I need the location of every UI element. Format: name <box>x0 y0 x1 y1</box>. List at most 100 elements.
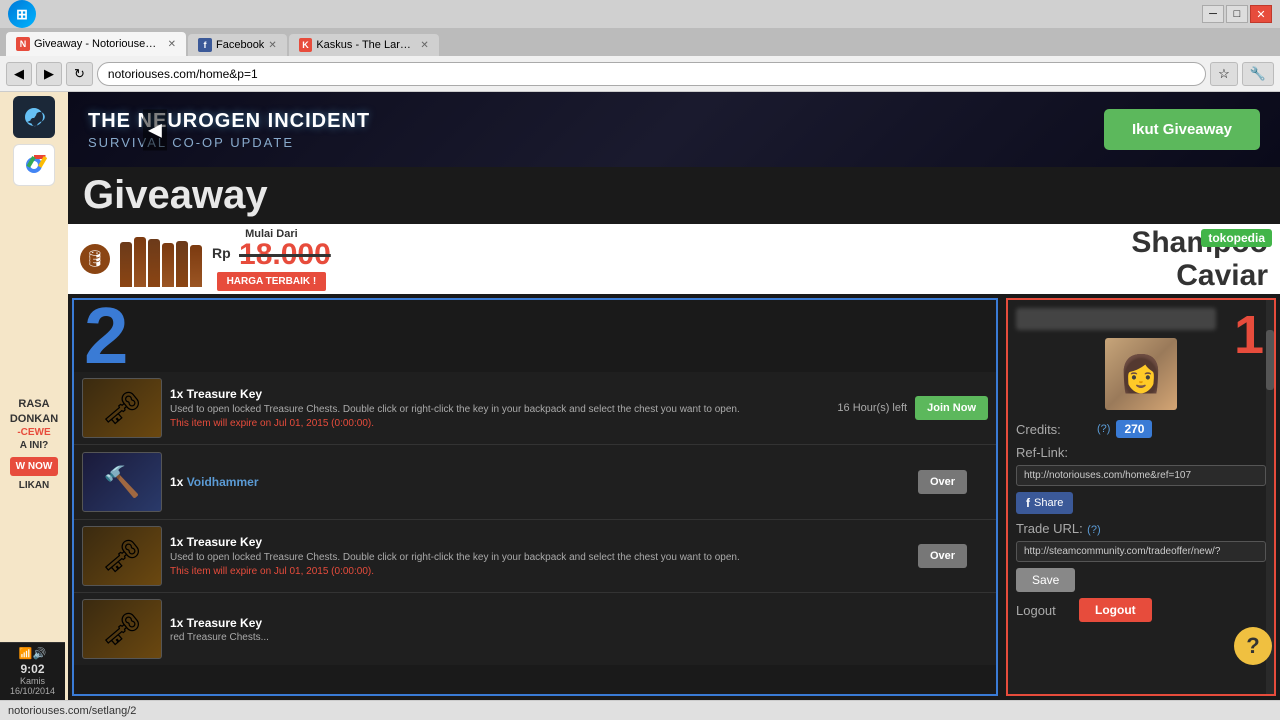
steam-icon[interactable] <box>13 96 55 138</box>
item-link-2[interactable]: Voidhammer <box>187 475 259 489</box>
logout-label: Logout <box>1016 603 1071 618</box>
trade-url-row: Trade URL: (?) http://steamcommunity.com… <box>1016 520 1266 562</box>
rank-number: 1 <box>1234 308 1264 362</box>
user-avatar: 👩 <box>1105 338 1177 410</box>
item-expire-3: This item will expire on Jul 01, 2015 (0… <box>170 566 910 577</box>
item-info-2: 1x Voidhammer <box>170 475 910 489</box>
credits-badge: 270 <box>1116 420 1152 438</box>
tab-favicon-n: N <box>16 37 30 51</box>
back-button[interactable]: ◀ <box>6 62 32 86</box>
star-button[interactable]: ☆ <box>1210 62 1238 86</box>
over-button-2[interactable]: Over <box>918 470 967 494</box>
content-row: 2 🗝 1x Treasure Key Used to open locked … <box>68 294 1280 700</box>
credits-question[interactable]: (?) <box>1097 423 1110 435</box>
hero-left: THE NEUROGEN INCIDENT SURVIVAL CO-OP UPD… <box>88 110 370 150</box>
status-url: notoriouses.com/setlang/2 <box>8 705 136 717</box>
giveaway-title: Giveaway <box>83 173 268 217</box>
hero-subtitle: SURVIVAL CO-OP UPDATE <box>88 135 370 150</box>
avatar-image: 👩 <box>1105 338 1177 410</box>
help-button[interactable]: ? <box>1234 627 1272 665</box>
nav-bar: ◀ ▶ ↻ notoriouses.com/home&p=1 ☆ 🔧 <box>0 56 1280 92</box>
item-info-1: 1x Treasure Key Used to open locked Trea… <box>170 387 819 429</box>
tab-favicon-kaskus: K <box>299 38 313 52</box>
ad-sidebar-text1: RASA <box>18 397 49 411</box>
item-desc-4: red Treasure Chests... <box>170 632 988 643</box>
harga-terbaik-btn[interactable]: HARGA TERBAIK ! <box>217 272 327 291</box>
item-image-4: 🗝 <box>82 599 162 659</box>
item-name-1: 1x Treasure Key <box>170 387 262 401</box>
windows-start-icon[interactable]: ⊞ <box>8 0 36 28</box>
credits-row: Credits: (?) 270 <box>1016 420 1266 438</box>
trade-url-question[interactable]: (?) <box>1087 524 1100 536</box>
tab-kaskus[interactable]: K Kaskus - The Largest Indo... ✕ <box>289 34 439 56</box>
item-title-3: 1x Treasure Key <box>170 535 910 549</box>
user-username-bar <box>1016 308 1216 330</box>
item-title-1: 1x Treasure Key <box>170 387 819 401</box>
item-expire-1: This item will expire on Jul 01, 2015 (0… <box>170 418 819 429</box>
item-image-2: 🔨 <box>82 452 162 512</box>
ad-price: Rp 18.000 <box>212 240 331 270</box>
ikut-giveaway-button[interactable]: Ikut Giveaway <box>1104 109 1260 150</box>
item-action-1: Join Now <box>915 396 988 420</box>
taskbar-network-sound: 📶🔊 <box>19 647 46 660</box>
logout-button[interactable]: Logout <box>1079 598 1152 622</box>
refresh-button[interactable]: ↻ <box>66 62 93 86</box>
reflink-label: Ref-Link: <box>1016 445 1068 460</box>
item-action-2: Over <box>918 470 988 494</box>
left-sidebar: RASA DONKAN -CEWE A INI? W NOW LIKAN <box>0 92 68 700</box>
ad-banner: 🛢 Mulai Dari Rp 18.000 HARGA TERBAIK ! <box>68 224 1280 294</box>
share-button[interactable]: f Share <box>1016 492 1073 514</box>
item-title-2: 1x Voidhammer <box>170 475 910 489</box>
scrollbar-thumb[interactable] <box>1266 330 1274 390</box>
website-content: THE NEUROGEN INCIDENT SURVIVAL CO-OP UPD… <box>68 92 1280 700</box>
join-now-button[interactable]: Join Now <box>915 396 988 420</box>
tab-label-giveaway: Giveaway - Notoriouses... <box>34 38 160 50</box>
ad-sidebar-text4: A INI? <box>20 439 49 452</box>
maximize-button[interactable]: □ <box>1226 5 1248 23</box>
tokopedia-logo: tokopedia <box>1201 229 1272 247</box>
item-title-4: 1x Treasure Key <box>170 616 988 630</box>
ad-sidebar-btn[interactable]: W NOW <box>10 457 59 476</box>
item-desc-3: Used to open locked Treasure Chests. Dou… <box>170 551 910 564</box>
tab-favicon-fb: f <box>198 38 212 52</box>
tab-close-facebook[interactable]: ✕ <box>268 40 276 51</box>
tabs-bar: N Giveaway - Notoriouses... ✕ f Facebook… <box>0 28 1280 56</box>
item-action-3: Over <box>918 544 988 568</box>
ad-bottles-container <box>120 232 202 287</box>
close-button[interactable]: ✕ <box>1250 5 1272 23</box>
address-bar[interactable]: notoriouses.com/home&p=1 <box>97 62 1206 86</box>
item-row-3: 🗝 1x Treasure Key Used to open locked Tr… <box>74 520 996 593</box>
share-row: f Share <box>1016 492 1266 514</box>
extensions-button[interactable]: 🔧 <box>1242 62 1274 86</box>
tab-giveaway[interactable]: N Giveaway - Notoriouses... ✕ <box>6 32 186 56</box>
tab-facebook[interactable]: f Facebook ✕ <box>188 34 287 56</box>
ad-sidebar: RASA DONKAN -CEWE A INI? W NOW LIKAN <box>4 192 64 696</box>
ad-icon: 🛢 <box>80 244 110 274</box>
taskbar-clock: 📶🔊 9:02 Kamis 16/10/2014 <box>0 642 65 700</box>
over-button-3[interactable]: Over <box>918 544 967 568</box>
taskbar-day: Kamis <box>20 676 45 686</box>
minimize-button[interactable]: ─ <box>1202 5 1224 23</box>
status-bar: notoriouses.com/setlang/2 <box>0 700 1280 720</box>
tab-close-giveaway[interactable]: ✕ <box>168 39 176 50</box>
items-panel: 2 🗝 1x Treasure Key Used to open locked … <box>72 298 998 696</box>
trade-url-label: Trade URL: <box>1016 521 1083 536</box>
save-button[interactable]: Save <box>1016 568 1075 592</box>
ad-price-section: Mulai Dari Rp 18.000 HARGA TERBAIK ! <box>212 228 331 291</box>
giveaway-title-section: Giveaway <box>68 167 1280 224</box>
nav-left-arrow[interactable]: ◀ <box>143 109 167 150</box>
trade-url-input[interactable]: http://steamcommunity.com/tradeoffer/new… <box>1016 541 1266 562</box>
ad-sidebar-text3: -CEWE <box>17 426 50 439</box>
title-bar: ⊞ ─ □ ✕ <box>0 0 1280 28</box>
credits-label: Credits: <box>1016 422 1091 437</box>
forward-button[interactable]: ▶ <box>36 62 62 86</box>
item-time-1: 16 Hour(s) left <box>827 402 907 414</box>
step-number: 2 <box>84 300 129 372</box>
tab-label-facebook: Facebook <box>216 39 264 51</box>
fb-icon: f <box>1026 496 1030 510</box>
ad-currency: Rp <box>212 246 231 260</box>
chrome-icon[interactable] <box>13 144 55 186</box>
reflink-input[interactable]: http://notoriouses.com/home&ref=107 <box>1016 465 1266 486</box>
tab-close-kaskus[interactable]: ✕ <box>420 40 428 51</box>
window-controls: ─ □ ✕ <box>1202 5 1272 23</box>
